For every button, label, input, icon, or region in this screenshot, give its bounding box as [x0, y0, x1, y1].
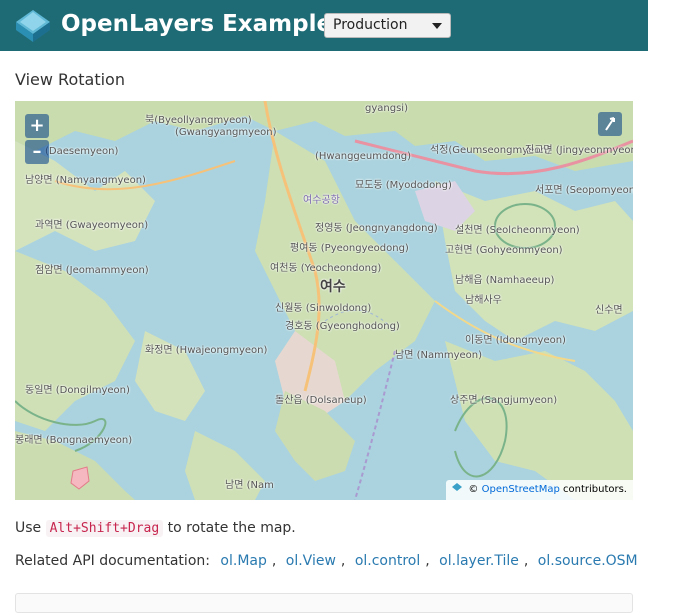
api-link-ol-control[interactable]: ol.control [355, 553, 420, 569]
map-label: 묘도동 (Myododong) [355, 180, 452, 191]
attribution-suffix: contributors. [563, 484, 627, 495]
map-label: 서포면 (Seopomyeon) [535, 185, 633, 196]
map-attribution: © OpenStreetMap contributors. [446, 480, 633, 500]
usage-text: Use Alt+Shift+Drag to rotate the map. [15, 517, 296, 540]
map-label: 상주면 (Sangjumyeon) [450, 395, 558, 406]
api-link-ol-view[interactable]: ol.View [286, 553, 336, 569]
map-label: 봉래면 (Bongnaemyeon) [15, 435, 133, 446]
osm-link[interactable]: OpenStreetMap [482, 484, 560, 495]
map-label: 점암면 (Jeomammyeon) [35, 265, 149, 276]
app-title[interactable]: OpenLayers Examples [61, 9, 346, 39]
openlayers-logo-icon[interactable] [13, 6, 53, 46]
map-label: 고현면 (Gohyeonmyeon) [445, 245, 563, 256]
map-label: 남해읍 (Namhaeeup) [455, 275, 555, 286]
zoom-out-button[interactable]: – [25, 140, 49, 164]
map-label: 정영동 (Jeongnyangdong) [315, 223, 438, 234]
reset-rotation-button[interactable] [598, 112, 622, 136]
map-label: 화정면 (Hwajeongmyeon) [145, 345, 268, 356]
map-label: 북(Byeollyangmyeon) [145, 115, 252, 126]
map-label: 신수면 [595, 305, 623, 316]
openlayers-attribution-icon[interactable] [452, 483, 463, 493]
map-label: 남면 (Nammyeon) [395, 350, 482, 361]
map-label: 경호동 (Gyeonghodong) [285, 321, 400, 332]
map-viewport[interactable]: 북(Byeollyangmyeon) (Gwangyangmyeon) gyan… [15, 101, 633, 500]
code-box [15, 593, 633, 613]
usage-prefix: Use [15, 520, 42, 536]
map-label: 여천동 (Yeocheondong) [270, 263, 382, 274]
page-title: View Rotation [15, 70, 125, 89]
version-select[interactable]: Production [324, 13, 451, 38]
map-label: 평여동 (Pyeongyeodong) [290, 243, 409, 254]
map-label: 돌산읍 (Dolsaneup) [275, 395, 367, 406]
attribution-copyright: © [468, 484, 479, 495]
zoom-in-button[interactable]: + [25, 114, 49, 138]
map-label: 과역면 (Gwayeomyeon) [35, 220, 149, 231]
api-link-ol-layer-tile[interactable]: ol.layer.Tile [439, 553, 519, 569]
map-label: 진교면 (Jingyeonmyeon) [525, 145, 633, 156]
zoom-controls: + – [23, 112, 49, 166]
map-label: (Hwanggeumdong) [315, 151, 412, 162]
map-label: 남면 (Nam [225, 480, 274, 491]
api-docs-label: Related API documentation: [15, 553, 210, 569]
map-label: 설천면 (Seolcheonmyeon) [455, 225, 580, 236]
map-label: 신월동 (Sinwoldong) [275, 303, 372, 314]
map-label: (Daesemyeon) [45, 146, 119, 157]
api-link-ol-map[interactable]: ol.Map [220, 553, 266, 569]
map-label: 동일면 (Dongilmyeon) [25, 385, 130, 396]
map-label: (Gwangyangmyeon) [175, 127, 277, 138]
api-docs: Related API documentation: ol.Map, ol.Vi… [15, 553, 638, 569]
rotate-arrow-icon [605, 117, 615, 131]
map-label: 남양면 (Namyangmyeon) [25, 175, 146, 186]
map-label: 여수공항 [303, 195, 340, 206]
chevron-down-icon [432, 23, 442, 29]
keyboard-shortcut: Alt+Shift+Drag [45, 520, 164, 537]
map-label: 이동면 (Idongmyeon) [465, 335, 566, 346]
map-label: gyangsi) [365, 103, 408, 114]
map-label: 여수 [320, 279, 346, 295]
usage-suffix: to rotate the map. [167, 520, 296, 536]
navbar: OpenLayers Examples Production [0, 0, 648, 51]
map-label: 남해사우 [465, 295, 502, 306]
api-link-ol-source-osm[interactable]: ol.source.OSM [538, 553, 638, 569]
version-select-value: Production [333, 17, 408, 33]
